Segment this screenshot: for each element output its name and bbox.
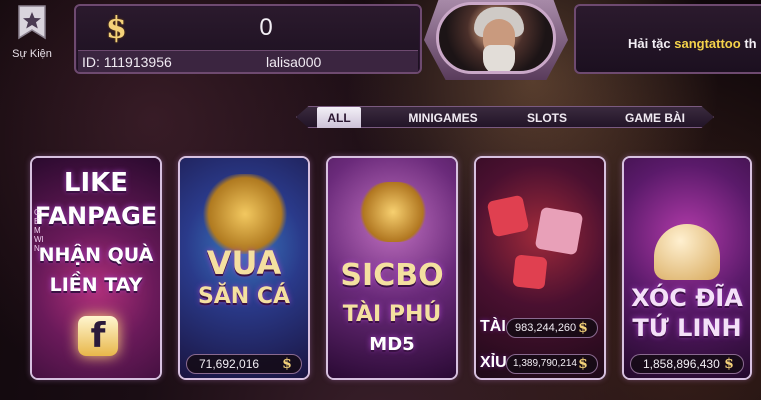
vua-san-ca-line2: SĂN CÁ [197, 284, 291, 309]
avatar-beard [483, 45, 515, 71]
fanpage-line1: LIKE [63, 168, 129, 198]
card-sicbo-tai-phu[interactable]: SICBO TÀI PHÚ MD5 [326, 156, 458, 380]
xoc-dia-jackpot-value: 1,858,896,430 [643, 357, 720, 371]
coin-icon: $ [724, 356, 734, 372]
vua-san-ca-line1: VUA [206, 244, 282, 282]
tai-jackpot-value: 983,244,260 [515, 322, 577, 334]
xiu-jackpot: 1,389,790,214 $ [506, 354, 598, 374]
dice-icon [534, 206, 584, 256]
dollar-coin-icon: $ [106, 11, 127, 46]
username: lalisa000 [266, 54, 322, 70]
xoc-dia-line2: TỨ LINH [632, 314, 742, 342]
xoc-dia-jackpot: 1,858,896,430 $ [630, 354, 744, 374]
sicbo-line3: MD5 [369, 334, 415, 355]
balance-value: 0 [259, 14, 273, 41]
notification-ticker: Hải tặc sangtattoo th [574, 4, 761, 74]
sicbo-line2: TÀI PHÚ [342, 302, 442, 327]
card-tai-xiu[interactable]: TÀI 983,244,260 $ XỈU 1,389,790,214 $ [474, 156, 606, 380]
dragon-art [200, 174, 290, 254]
notification-suffix: th [740, 36, 757, 51]
xiu-label: XỈU [480, 354, 507, 371]
fanpage-line2: FANPAGE [34, 202, 158, 230]
event-label: Sự Kiện [12, 48, 52, 60]
tai-jackpot: 983,244,260 $ [506, 318, 598, 338]
xoc-dia-line1: XÓC ĐĨA [631, 284, 743, 312]
event-button[interactable]: Sự Kiện [4, 4, 60, 68]
tab-game-bai[interactable]: GAME BÀI [615, 107, 695, 128]
fanpage-side-brand: GEMWIN [34, 208, 44, 253]
xiu-jackpot-value: 1,389,790,214 [513, 358, 577, 369]
avatar[interactable] [436, 2, 556, 74]
dice-icon [512, 254, 548, 290]
tab-all[interactable]: ALL [317, 107, 361, 128]
dice-icon [486, 194, 530, 238]
tai-label: TÀI [480, 318, 506, 335]
tab-slots[interactable]: SLOTS [515, 107, 579, 128]
user-id: ID: 111913956 [82, 54, 172, 70]
profile-panel: $ 0 ID: 111913956 lalisa000 [74, 4, 422, 74]
id-row: ID: 111913956 lalisa000 [78, 50, 418, 72]
coin-icon: $ [578, 356, 588, 372]
fanpage-line4: LIỀN TAY [49, 274, 143, 296]
card-like-fanpage[interactable]: LIKE FANPAGE NHẬN QUÀ LIỀN TAY GEMWIN f [30, 156, 162, 380]
tab-minigames[interactable]: MINIGAMES [397, 107, 489, 128]
notification-prefix: Hải tặc [628, 36, 675, 51]
coin-icon: $ [578, 320, 588, 336]
notification-highlight: sangtattoo [674, 36, 741, 51]
vua-san-ca-jackpot: 71,692,016 $ [186, 354, 302, 374]
vua-san-ca-jackpot-value: 71,692,016 [199, 357, 260, 371]
event-star-icon [18, 5, 46, 40]
fanpage-line3: NHẬN QUÀ [38, 244, 154, 266]
game-filter-tabs: ALL MINIGAMES SLOTS GAME BÀI [296, 106, 714, 128]
facebook-icon: f [78, 316, 118, 356]
card-xoc-dia-tu-linh[interactable]: XÓC ĐĨA TỨ LINH 1,858,896,430 $ [622, 156, 752, 380]
notification-text: Hải tặc sangtattoo th [628, 36, 757, 51]
card-vua-san-ca[interactable]: VUA SĂN CÁ 71,692,016 $ [178, 156, 310, 380]
sicbo-line1: SICBO [340, 258, 444, 293]
toad-art [358, 182, 428, 242]
coin-icon: $ [282, 356, 292, 372]
